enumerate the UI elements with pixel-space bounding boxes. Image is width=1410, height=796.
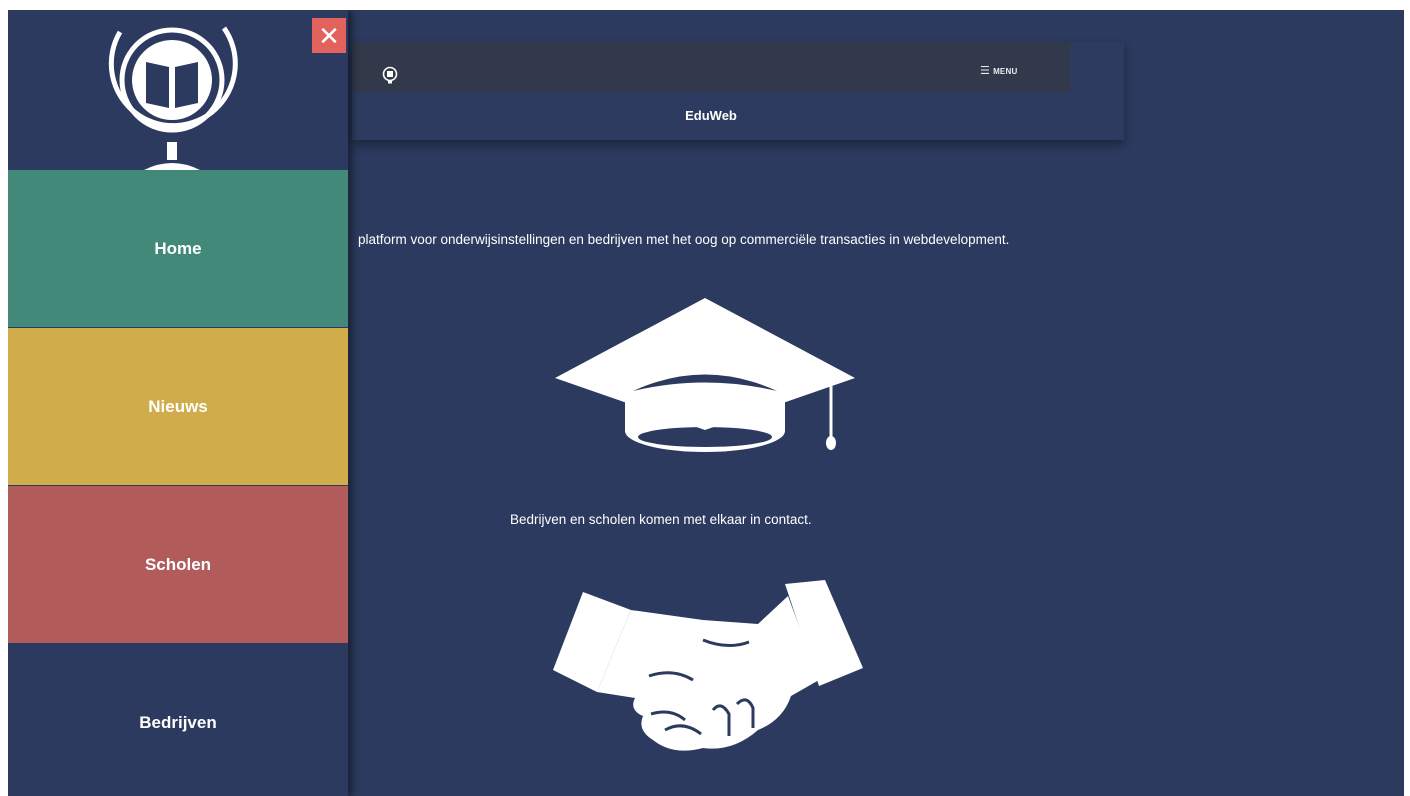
- sidebar-item-home[interactable]: Home: [8, 170, 348, 327]
- sidebar-item-label: Scholen: [144, 554, 212, 574]
- close-icon: ✕: [318, 20, 340, 51]
- page: ☰ MENU EduWeb platform voor onderwijsins…: [8, 10, 1404, 796]
- site-title[interactable]: EduWeb: [352, 108, 1070, 123]
- handshake-icon: [553, 580, 863, 751]
- sidebar: Home Nieuws Scholen Bedrijven: [8, 10, 348, 796]
- menu-icon: ☰: [980, 64, 991, 77]
- sidebar-item-nieuws[interactable]: Nieuws: [8, 328, 348, 485]
- bulb-icon[interactable]: [382, 66, 398, 86]
- sidebar-item-label: Nieuws: [148, 396, 208, 416]
- tagline-text: Bedrijven en scholen komen met elkaar in…: [510, 512, 812, 527]
- sidebar-item-label: Bedrijven: [139, 712, 217, 732]
- globe-book-icon: [108, 26, 238, 170]
- top-bar: ☰ MENU: [352, 42, 1070, 92]
- sidebar-item-bedrijven[interactable]: Bedrijven: [8, 644, 348, 796]
- sidebar-item-label: Home: [154, 238, 202, 258]
- graduation-cap-icon: [555, 298, 855, 452]
- intro-text: platform voor onderwijsinstellingen en b…: [358, 232, 1010, 247]
- site-header: ☰ MENU EduWeb: [352, 42, 1124, 140]
- close-button[interactable]: ✕: [312, 18, 346, 53]
- sidebar-item-scholen[interactable]: Scholen: [8, 486, 348, 643]
- menu-button[interactable]: ☰ MENU: [980, 64, 1017, 78]
- menu-label: MENU: [993, 66, 1018, 76]
